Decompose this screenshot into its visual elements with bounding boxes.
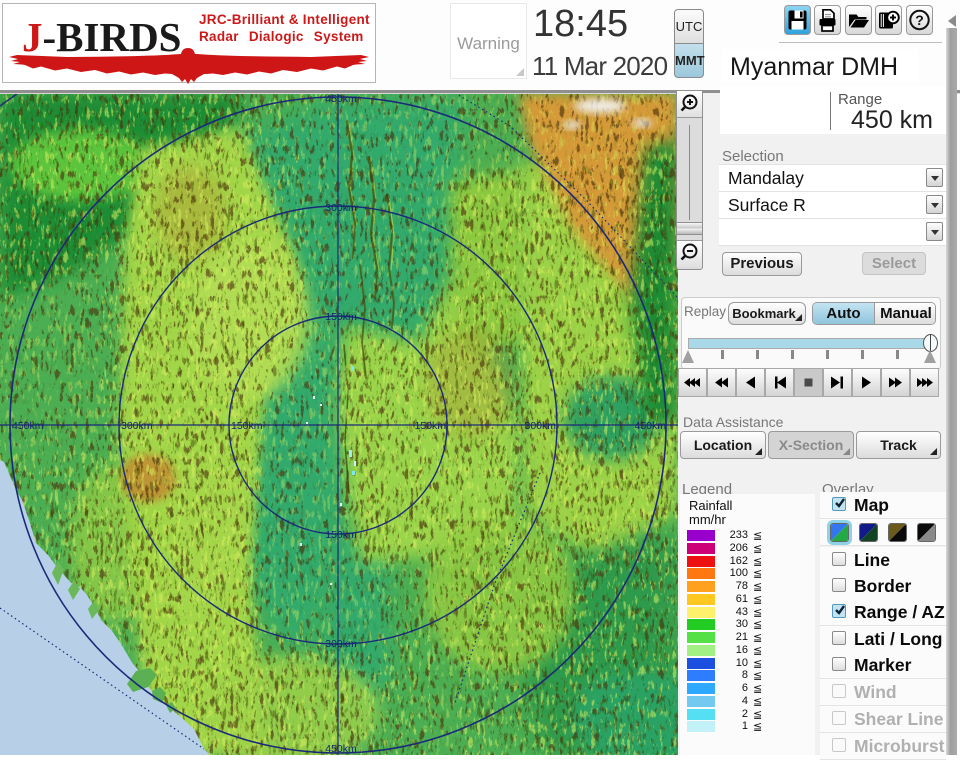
svg-text:450km: 450km	[325, 93, 357, 105]
svg-text:300km: 300km	[325, 202, 357, 214]
svg-text:150km: 150km	[325, 311, 357, 323]
svg-text:300km: 300km	[121, 420, 153, 432]
svg-text:?: ?	[915, 12, 924, 28]
svg-text:450km: 450km	[634, 420, 666, 432]
svg-text:300km: 300km	[524, 420, 556, 432]
svg-text:300km: 300km	[325, 638, 357, 650]
svg-text:450km: 450km	[325, 743, 357, 755]
svg-text:150km: 150km	[231, 420, 263, 432]
svg-text:450km: 450km	[12, 420, 44, 432]
svg-text:150km: 150km	[325, 529, 357, 541]
svg-text:150km: 150km	[414, 420, 446, 432]
